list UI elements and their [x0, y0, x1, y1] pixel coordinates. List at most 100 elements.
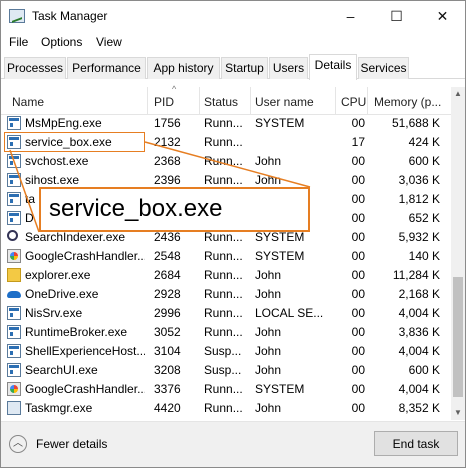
process-name: GoogleCrashHandler...	[25, 382, 145, 396]
process-user: John	[255, 325, 282, 339]
fewer-details-link[interactable]: Fewer details	[36, 437, 107, 451]
process-pid: 3376	[154, 382, 181, 396]
process-memory: 600 K	[408, 154, 440, 168]
process-memory: 652 K	[408, 211, 440, 225]
column-pid[interactable]: PID	[154, 95, 174, 109]
process-pid: 2548	[154, 249, 181, 263]
tab-performance[interactable]: Performance	[67, 57, 146, 79]
tab-details[interactable]: Details	[309, 54, 357, 80]
column-name[interactable]: Name	[12, 95, 44, 109]
process-user: John	[255, 287, 282, 301]
process-user: SYSTEM	[255, 116, 305, 130]
window-icon	[7, 192, 21, 206]
table-row[interactable]: NisSrv.exe 2996 Runn... LOCAL SE... 00 4,004 …	[1, 304, 451, 323]
process-status: Runn...	[204, 135, 243, 149]
scrollbar-thumb[interactable]	[453, 277, 463, 397]
table-row[interactable]: ShellExperienceHost.... 3104 Susp... John 00…	[1, 342, 451, 361]
table-row[interactable]: svchost.exe 2368 Runn... John 00 600 K	[1, 152, 451, 171]
column-divider[interactable]	[367, 87, 368, 115]
process-memory: 51,688 K	[391, 116, 440, 130]
process-cpu: 00	[351, 325, 365, 339]
end-task-button[interactable]: End task	[374, 431, 458, 456]
table-row[interactable]: GoogleCrashHandler... 2548 Runn... SYSTEM 00…	[1, 247, 451, 266]
maximize-button[interactable]: ☐	[374, 1, 419, 31]
process-memory: 11,284 K	[392, 268, 440, 282]
table-row[interactable]: OneDrive.exe 2928 Runn... John 00 2,168 K	[1, 285, 451, 304]
chevron-up-icon[interactable]: ︿	[9, 435, 27, 453]
process-pid: 3208	[154, 363, 181, 377]
process-memory: 140 K	[408, 249, 440, 263]
footer-bar: ︿ Fewer details End task	[1, 421, 465, 467]
process-memory: 5,932 K	[398, 230, 440, 244]
process-cpu: 00	[351, 192, 365, 206]
sort-ascending-icon: ^	[172, 84, 177, 94]
column-divider[interactable]	[250, 87, 251, 115]
process-user: John	[255, 401, 282, 415]
process-pid: 2368	[154, 154, 181, 168]
process-memory: 4,004 K	[398, 382, 440, 396]
table-row[interactable]: GoogleCrashHandler... 3376 Runn... SYSTEM 00…	[1, 380, 451, 399]
process-memory: 2,168 K	[398, 287, 440, 301]
process-memory: 4,004 K	[398, 344, 440, 358]
tab-strip: Processes Performance App history Startu…	[1, 54, 465, 80]
table-row[interactable]: SearchUI.exe 3208 Susp... John 00 600 K	[1, 361, 451, 380]
tab-users[interactable]: Users	[269, 57, 308, 79]
highlight-box	[4, 132, 145, 152]
process-user: SYSTEM	[255, 249, 305, 263]
column-divider[interactable]	[147, 87, 148, 115]
window-icon	[7, 363, 21, 377]
scroll-down-arrow-icon[interactable]: ▼	[451, 406, 465, 420]
google-crash-icon	[7, 382, 21, 396]
menu-view[interactable]: View	[96, 35, 122, 49]
tab-app-history[interactable]: App history	[147, 57, 220, 79]
column-divider[interactable]	[199, 87, 200, 115]
table-row[interactable]: explorer.exe 2684 Runn... John 00 11,284 K	[1, 266, 451, 285]
close-button[interactable]: ✕	[420, 1, 465, 31]
callout-label-box: service_box.exe	[39, 187, 310, 232]
process-cpu: 17	[351, 135, 365, 149]
process-memory: 424 K	[408, 135, 440, 149]
process-status: Runn...	[204, 382, 243, 396]
menu-options[interactable]: Options	[41, 35, 82, 49]
window-icon	[7, 211, 21, 225]
tab-processes[interactable]: Processes	[4, 57, 66, 79]
window-icon	[7, 325, 21, 339]
table-row[interactable]: Taskmgr.exe 4420 Runn... John 00 8,352 K	[1, 399, 451, 418]
process-name: ShellExperienceHost....	[25, 344, 145, 358]
title-bar: Task Manager – ☐ ✕	[1, 1, 465, 31]
process-user: LOCAL SE...	[255, 306, 324, 320]
process-memory: 3,036 K	[398, 173, 440, 187]
column-memory[interactable]: Memory (p...	[374, 95, 441, 109]
process-pid: 2996	[154, 306, 181, 320]
explorer-icon	[7, 268, 21, 282]
process-user: John	[255, 344, 282, 358]
process-name: GoogleCrashHandler...	[25, 249, 145, 263]
tab-services[interactable]: Services	[358, 57, 409, 79]
window-icon	[7, 173, 21, 187]
process-name: explorer.exe	[25, 268, 91, 282]
column-user-name[interactable]: User name	[255, 95, 314, 109]
vertical-scrollbar[interactable]: ▲ ▼	[451, 87, 465, 420]
process-name: RuntimeBroker.exe	[25, 325, 128, 339]
process-user: SYSTEM	[255, 382, 305, 396]
window-title: Task Manager	[32, 9, 108, 23]
tab-startup[interactable]: Startup	[221, 57, 268, 79]
process-status: Runn...	[204, 116, 243, 130]
column-cpu[interactable]: CPU	[341, 95, 366, 109]
process-pid: 2436	[154, 230, 181, 244]
table-row[interactable]: RuntimeBroker.exe 3052 Runn... John 00 3,836 …	[1, 323, 451, 342]
column-status[interactable]: Status	[204, 95, 238, 109]
process-name: SearchUI.exe	[25, 363, 98, 377]
process-user: SYSTEM	[255, 230, 305, 244]
process-memory: 1,812 K	[398, 192, 440, 206]
process-cpu: 00	[351, 173, 365, 187]
process-pid: 1756	[154, 116, 181, 130]
column-divider[interactable]	[335, 87, 336, 115]
table-row[interactable]: MsMpEng.exe 1756 Runn... SYSTEM 00 51,688 K	[1, 114, 451, 133]
menu-file[interactable]: File	[9, 35, 28, 49]
scroll-up-arrow-icon[interactable]: ▲	[451, 87, 465, 101]
process-status: Runn...	[204, 268, 243, 282]
process-cpu: 00	[351, 249, 365, 263]
minimize-button[interactable]: –	[328, 1, 373, 31]
process-status: Runn...	[204, 325, 243, 339]
